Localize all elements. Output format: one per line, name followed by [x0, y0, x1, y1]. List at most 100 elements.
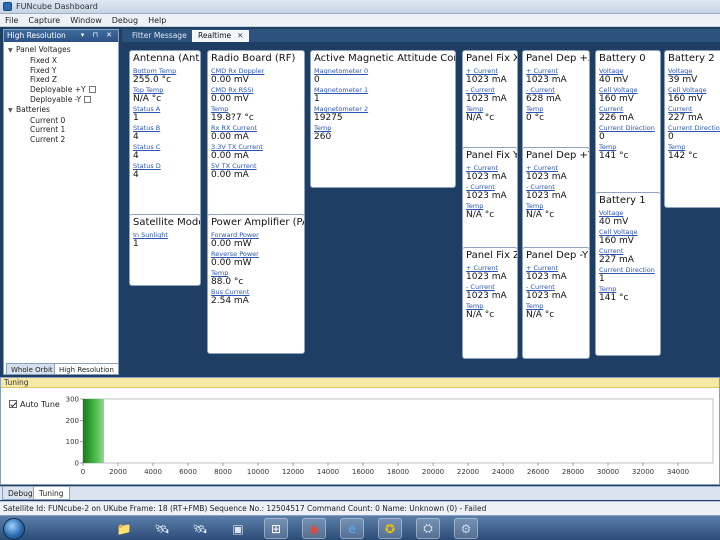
tree-item-checkbox[interactable] [84, 95, 92, 103]
field-label[interactable]: Current [599, 105, 657, 113]
field-label[interactable]: Temp [211, 269, 301, 277]
tree-item[interactable]: Deployable -Y [8, 95, 118, 105]
field-label[interactable]: CMD Rx Doppler [211, 67, 301, 75]
menu-debug[interactable]: Debug [107, 14, 143, 25]
field-label[interactable]: Cell Voltage [668, 86, 720, 94]
field-label[interactable]: Current Direction [668, 124, 720, 132]
field-value: 1023 mA [466, 291, 507, 301]
tab-high-resolution[interactable]: High Resolution [54, 363, 119, 375]
field-label[interactable]: Temp [599, 285, 657, 293]
field-label[interactable]: Temp [526, 105, 586, 113]
tree-item[interactable]: Current 1 [8, 125, 118, 135]
field-label[interactable]: Voltage [599, 67, 657, 75]
field-label[interactable]: Magnetometer 2 [314, 105, 452, 113]
field-label[interactable]: 5V TX Current [211, 162, 301, 170]
ie-icon[interactable]: e [340, 518, 364, 539]
field-label[interactable]: Temp [668, 143, 720, 151]
expand-arrow-icon[interactable]: ▼ [8, 46, 16, 56]
ukube-icon[interactable]: ⛭ [416, 518, 440, 539]
field-label[interactable]: In Sunlight [133, 231, 197, 239]
satellite-icon[interactable]: 🛰 [150, 518, 174, 539]
start-orb-icon[interactable] [3, 518, 25, 540]
tree-item[interactable]: Fixed Y [8, 66, 118, 76]
menu-help[interactable]: Help [143, 14, 171, 25]
field-label[interactable]: Temp [314, 124, 452, 132]
field-label[interactable]: Magnetometer 1 [314, 86, 452, 94]
chrome-icon[interactable]: ◉ [302, 518, 326, 539]
field-label[interactable]: Top Temp [133, 86, 197, 94]
field-label[interactable]: - Current [526, 283, 586, 291]
tree-item[interactable]: Current 0 [8, 116, 118, 126]
checkbox-icon[interactable] [9, 400, 17, 408]
field-label[interactable]: Temp [599, 143, 657, 151]
tree-item-checkbox[interactable] [88, 86, 96, 94]
terminal-icon[interactable]: ▣ [226, 518, 250, 539]
auto-tune-checkbox[interactable]: Auto Tune [9, 400, 60, 409]
field-label[interactable]: CMD Rx RSSI [211, 86, 301, 94]
tree-item[interactable]: ▼ Panel Voltages [8, 45, 118, 56]
field-label[interactable]: Current [668, 105, 720, 113]
windows-icon[interactable]: ⊞ [264, 518, 288, 539]
field-label[interactable]: - Current [526, 86, 586, 94]
field-label[interactable]: Current Direction [599, 124, 657, 132]
menu-window[interactable]: Window [65, 14, 107, 25]
field-label[interactable]: Temp [526, 202, 586, 210]
field-label[interactable]: + Current [526, 264, 586, 272]
field-label[interactable]: Status A [133, 105, 197, 113]
field-label[interactable]: Rx RX Current [211, 124, 301, 132]
field-label[interactable]: - Current [466, 86, 514, 94]
field-label[interactable]: Forward Power [211, 231, 301, 239]
field-label[interactable]: Current Direction [599, 266, 657, 274]
field-label[interactable]: Status B [133, 124, 197, 132]
folder-icon[interactable]: 📁 [112, 518, 136, 539]
field-label[interactable]: Status D [133, 162, 197, 170]
field-value: 40 mV [599, 75, 629, 85]
card-pfz: Panel Fix Z + Current 1023 mA - Current 1023… [462, 247, 518, 359]
tree-item-label: Current 2 [30, 135, 66, 145]
tree-item[interactable]: Fixed X [8, 56, 118, 66]
field-label[interactable]: + Current [466, 164, 514, 172]
field-label[interactable]: Temp [466, 302, 514, 310]
expand-arrow-icon[interactable]: ▼ [8, 106, 16, 116]
field-label[interactable]: Temp [526, 302, 586, 310]
field-label[interactable]: Magnetometer 0 [314, 67, 452, 75]
field-label[interactable]: Current [599, 247, 657, 255]
tab-tuning[interactable]: Tuning [33, 487, 70, 500]
field-label[interactable]: + Current [466, 264, 514, 272]
tree-item[interactable]: Deployable +Y [8, 85, 118, 95]
funcube-icon[interactable]: ⚙ [454, 518, 478, 539]
field-label[interactable]: - Current [466, 283, 514, 291]
field-label[interactable]: Voltage [668, 67, 720, 75]
panel-controls[interactable]: ▾ ⊓ ✕ [81, 31, 115, 39]
field-label[interactable]: Cell Voltage [599, 228, 657, 236]
field-label[interactable]: - Current [526, 183, 586, 191]
tree-item[interactable]: Fixed Z [8, 75, 118, 85]
satellite-2-icon[interactable]: 🛰 [188, 518, 212, 539]
field-label[interactable]: + Current [526, 164, 586, 172]
card-radio: Radio Board (RF) CMD Rx Doppler 0.00 mV CMD… [207, 50, 305, 234]
field-label[interactable]: 3.3V TX Current [211, 143, 301, 151]
field-label[interactable]: Temp [466, 202, 514, 210]
field-label[interactable]: Temp [211, 105, 301, 113]
field-label[interactable]: Reverse Power [211, 250, 301, 258]
field-label[interactable]: Status C [133, 143, 197, 151]
tab-whole-orbit[interactable]: Whole Orbit [6, 363, 58, 375]
menu-file[interactable]: File [0, 14, 23, 25]
field-label[interactable]: - Current [466, 183, 514, 191]
field-value: 628 mA [526, 94, 561, 104]
close-icon[interactable]: ✕ [237, 31, 243, 40]
field-label[interactable]: + Current [526, 67, 586, 75]
field-label[interactable]: Bus Current [211, 288, 301, 296]
field-label[interactable]: Voltage [599, 209, 657, 217]
field-label[interactable]: Cell Voltage [599, 86, 657, 94]
tab-realtime[interactable]: Realtime ✕ [192, 30, 250, 42]
field-label[interactable]: + Current [466, 67, 514, 75]
tree-item[interactable]: ▼ Batteries [8, 105, 118, 116]
document-tabs: Fitter Message Realtime ✕ [122, 29, 720, 42]
tab-fitter-message[interactable]: Fitter Message [126, 30, 193, 42]
field-label[interactable]: Bottom Temp [133, 67, 197, 75]
field-label[interactable]: Temp [466, 105, 514, 113]
norton-icon[interactable]: ✪ [378, 518, 402, 539]
tree-item[interactable]: Current 2 [8, 135, 118, 145]
menu-capture[interactable]: Capture [23, 14, 65, 25]
